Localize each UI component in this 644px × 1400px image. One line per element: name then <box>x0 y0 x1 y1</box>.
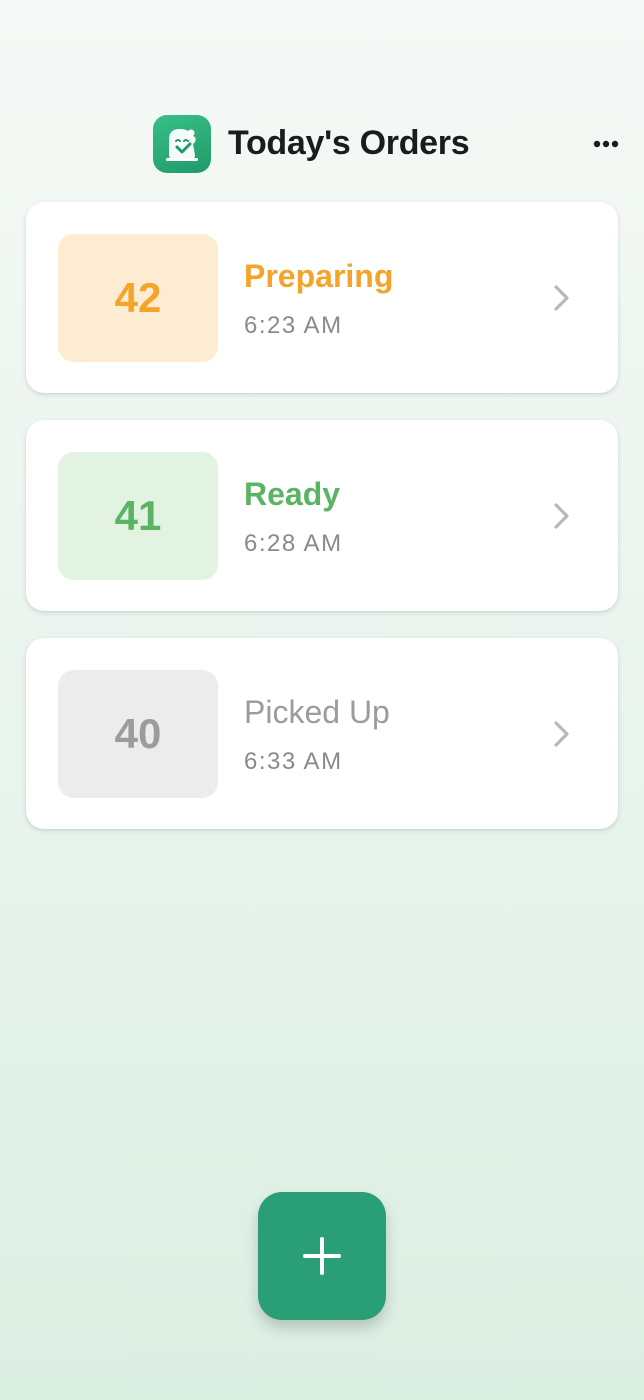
order-status: Preparing <box>244 258 394 294</box>
more-horizontal-icon <box>593 140 619 148</box>
order-time: 6:28 AM <box>244 530 343 557</box>
order-card-40[interactable]: 40 Picked Up 6:33 AM <box>26 638 618 829</box>
chevron-right-icon <box>554 285 569 311</box>
order-status: Picked Up <box>244 694 390 730</box>
chevron-right-icon <box>554 503 569 529</box>
chevron-right-icon <box>554 721 569 747</box>
order-number-badge: 41 <box>58 452 218 580</box>
order-card-42[interactable]: 42 Preparing 6:23 AM <box>26 202 618 393</box>
more-button[interactable] <box>584 124 628 164</box>
order-status: Ready <box>244 476 341 512</box>
order-card-41[interactable]: 41 Ready 6:28 AM <box>26 420 618 611</box>
order-time: 6:33 AM <box>244 748 343 775</box>
order-number-badge: 40 <box>58 670 218 798</box>
add-order-button[interactable] <box>258 1192 386 1320</box>
plus-icon <box>303 1237 341 1275</box>
order-time: 6:23 AM <box>244 312 343 339</box>
page-title: Today's Orders <box>228 124 470 162</box>
order-number-badge: 42 <box>58 234 218 362</box>
app-logo-icon <box>153 115 211 173</box>
header: Today's Orders <box>0 0 644 200</box>
